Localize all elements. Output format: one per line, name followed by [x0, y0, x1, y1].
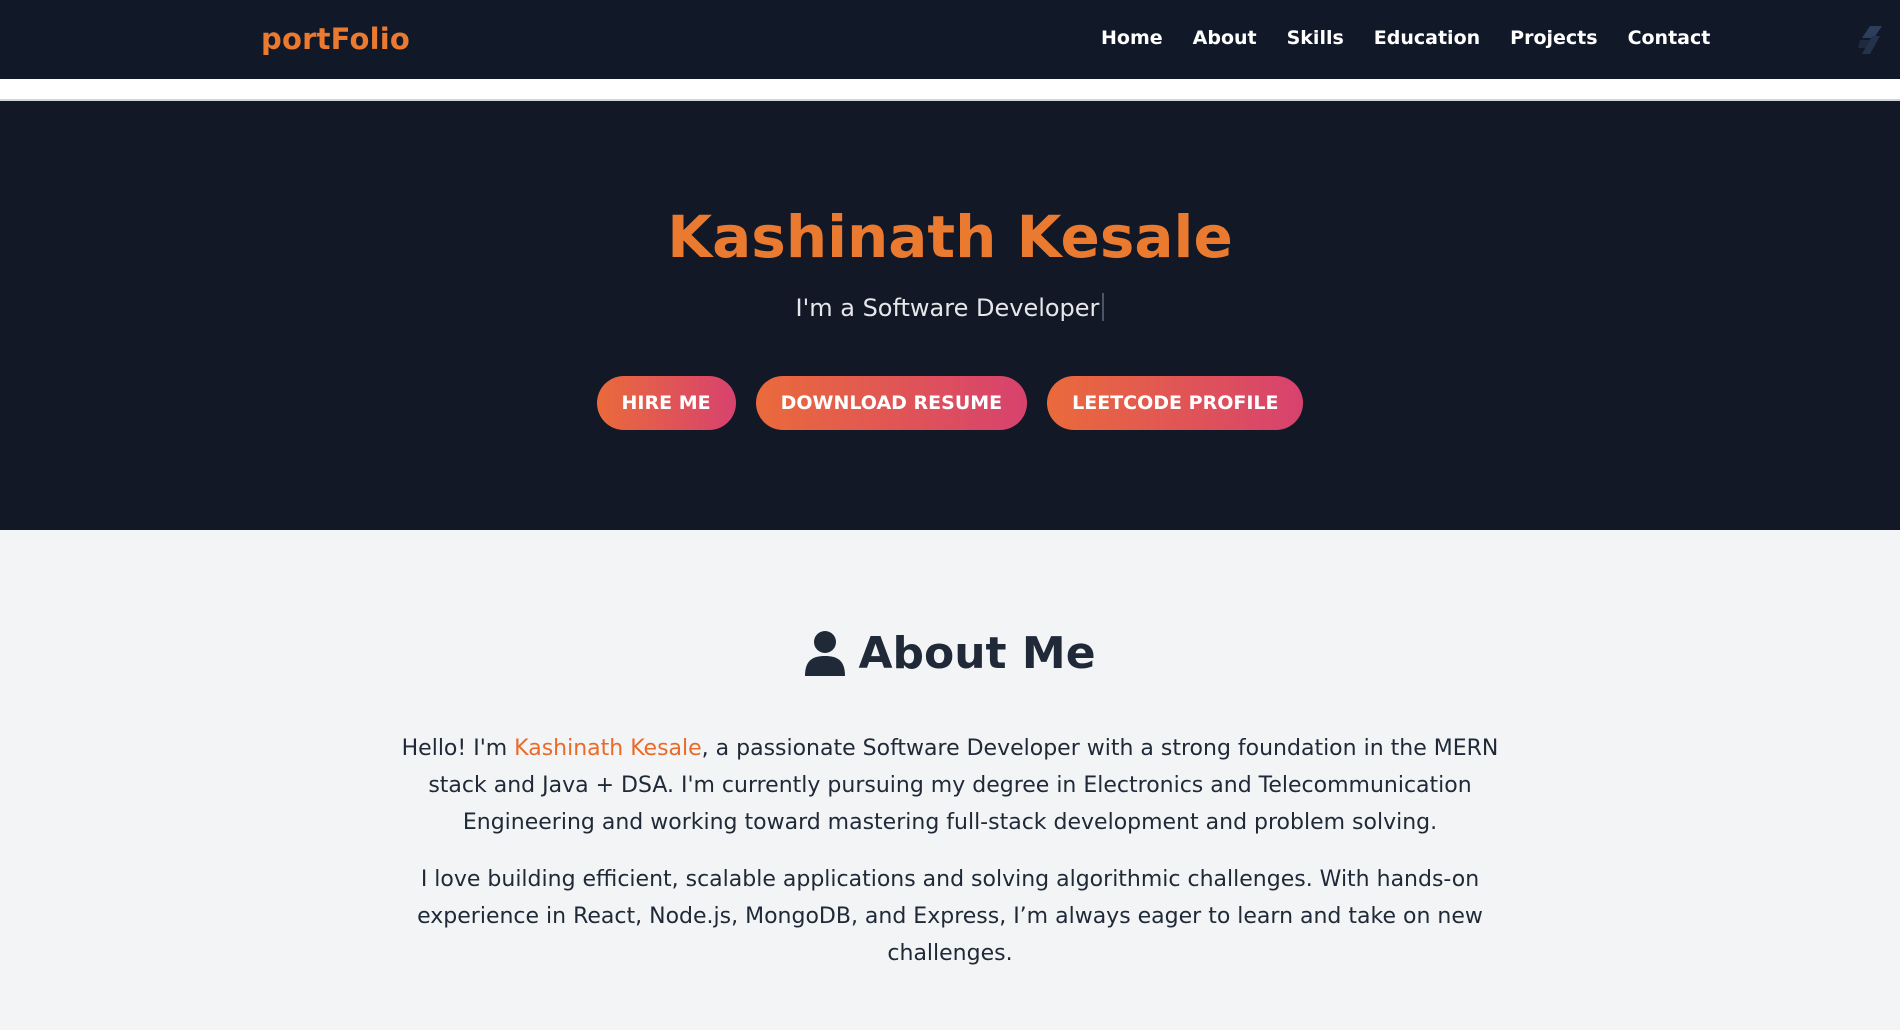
- about-paragraph-1: Hello! I'm Kashinath Kesale, a passionat…: [400, 730, 1500, 841]
- nav-link-education[interactable]: Education: [1374, 27, 1480, 49]
- nav-link-contact[interactable]: Contact: [1628, 27, 1711, 49]
- hire-me-button[interactable]: HIRE ME: [596, 376, 736, 430]
- hero-name: Kashinath Kesale: [667, 203, 1233, 271]
- leetcode-profile-button[interactable]: LEETCODE PROFILE: [1047, 376, 1304, 430]
- nav-link-home[interactable]: Home: [1101, 27, 1163, 49]
- hero-subtitle: I'm a Software Developer: [0, 293, 1900, 322]
- nav-link-about[interactable]: About: [1193, 27, 1257, 49]
- stack-logo-icon[interactable]: [1856, 24, 1886, 58]
- about-text: Hello! I'm Kashinath Kesale, a passionat…: [400, 730, 1500, 992]
- hero-section: Kashinath Kesale I'm a Software Develope…: [0, 101, 1900, 530]
- brand-logo[interactable]: portFolio: [261, 22, 410, 56]
- about-heading: About Me: [0, 628, 1900, 679]
- nav-link-skills[interactable]: Skills: [1287, 27, 1344, 49]
- nav-link-projects[interactable]: Projects: [1510, 27, 1597, 49]
- typing-cursor: [1102, 293, 1105, 321]
- about-intro: Hello! I'm: [401, 736, 515, 761]
- highlighted-name: Kashinath Kesale: [514, 736, 702, 761]
- nav-links: Home About Skills Education Projects Con…: [1101, 27, 1710, 49]
- hero-buttons: HIRE ME DOWNLOAD RESUME LEETCODE PROFILE: [0, 376, 1900, 430]
- about-section: About Me Hello! I'm Kashinath Kesale, a …: [0, 530, 1900, 1030]
- header-divider: [0, 79, 1900, 101]
- typed-text: I'm a Software Developer: [795, 294, 1100, 322]
- about-title: About Me: [858, 628, 1096, 679]
- navbar: portFolio Home About Skills Education Pr…: [0, 0, 1900, 79]
- download-resume-button[interactable]: DOWNLOAD RESUME: [755, 376, 1028, 430]
- user-icon: [805, 630, 846, 676]
- about-paragraph-2: I love building efficient, scalable appl…: [417, 867, 1483, 966]
